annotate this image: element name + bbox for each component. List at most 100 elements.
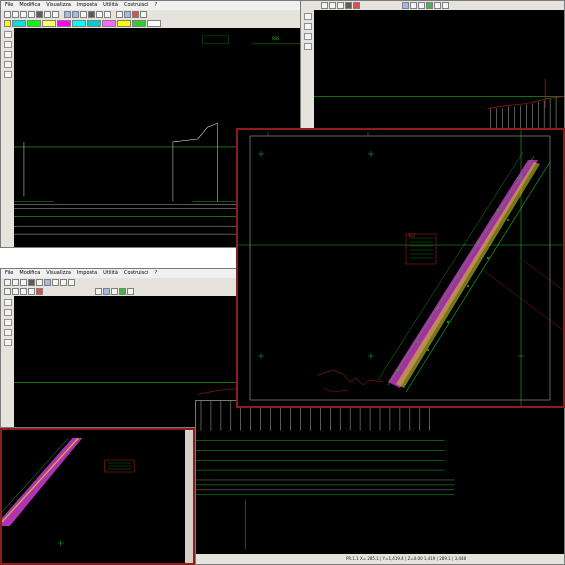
mid-arc-icon[interactable] [3, 319, 12, 326]
binoculars-icon[interactable] [88, 11, 95, 18]
tool-arc-icon[interactable] [3, 51, 12, 58]
properties-icon[interactable] [116, 11, 123, 18]
layer-green2-icon[interactable] [132, 20, 146, 27]
mid-layers-icon[interactable] [68, 279, 75, 286]
menu-modifica[interactable]: Modifica [19, 1, 40, 10]
tr-tool-2-icon[interactable] [329, 2, 336, 9]
tr-tool-3-icon[interactable] [337, 2, 344, 9]
mid-copy-icon[interactable] [36, 279, 43, 286]
mid-toolbar [1, 278, 244, 287]
tr-tool-1-icon[interactable] [321, 2, 328, 9]
mid-menu-utilita[interactable]: Utilità [103, 269, 118, 278]
mid-menu-imposta[interactable]: Imposta [77, 269, 97, 278]
mid-save-icon[interactable] [20, 279, 27, 286]
plan-canvas-bottom-left[interactable] [2, 430, 185, 563]
color-icon[interactable] [132, 11, 139, 18]
new-file-icon[interactable] [4, 11, 11, 18]
mid-menu-file[interactable]: File [5, 269, 13, 278]
settings-icon[interactable] [140, 11, 147, 18]
open-file-icon[interactable] [12, 11, 19, 18]
cut-icon[interactable] [36, 11, 43, 18]
mid-toolbox [1, 296, 14, 427]
layer-aqua-icon[interactable] [72, 20, 86, 27]
print-icon[interactable] [28, 11, 35, 18]
tr-zoom-icon[interactable] [402, 2, 409, 9]
tr-tool-4-icon[interactable] [345, 2, 352, 9]
tool-text-icon[interactable] [3, 61, 12, 68]
mid-measure-icon[interactable] [3, 339, 12, 346]
layer-green-icon[interactable] [27, 20, 41, 27]
layer-white-icon[interactable] [147, 20, 161, 27]
tr-view-icon[interactable] [442, 2, 449, 9]
tr-arc-icon[interactable] [303, 33, 312, 40]
status-bar: PR.1.1 X= 285.1 | Y=1,419.4 | Z=0.00 1,4… [196, 554, 564, 564]
layer-cyan-icon[interactable] [12, 20, 26, 27]
grid-icon[interactable] [96, 11, 103, 18]
mid-t2-2-icon[interactable] [12, 288, 19, 295]
menu-costruzione[interactable]: Costruisci [124, 1, 148, 10]
menu-imposta[interactable]: Imposta [77, 1, 97, 10]
left-toolbox [1, 28, 14, 247]
mid-t2-9-icon[interactable] [119, 288, 126, 295]
tr-select-icon[interactable] [303, 13, 312, 20]
layer-lightyellow-icon[interactable] [42, 20, 56, 27]
mid-t2-1-icon[interactable] [4, 288, 11, 295]
layer-pink-icon[interactable] [102, 20, 116, 27]
mid-menu-modifica[interactable]: Modifica [19, 269, 40, 278]
menu-help[interactable]: ? [154, 1, 157, 10]
mid-text-icon[interactable] [3, 329, 12, 336]
zoom-out-icon[interactable] [72, 11, 79, 18]
view-icon[interactable] [124, 11, 131, 18]
tr-props-icon[interactable] [434, 2, 441, 9]
mid-t2-5-icon[interactable] [36, 288, 43, 295]
menu-utilita[interactable]: Utilità [103, 1, 118, 10]
tool-select-icon[interactable] [3, 31, 12, 38]
copy-icon[interactable] [44, 11, 51, 18]
layers-icon[interactable] [104, 11, 111, 18]
menu-file[interactable]: File [5, 1, 13, 10]
tr-toolbox [301, 10, 314, 134]
profile-canvas-top-right[interactable] [314, 10, 564, 134]
mid-t2-3-icon[interactable] [20, 288, 27, 295]
layer-teal-icon[interactable] [87, 20, 101, 27]
layer-yellow2-icon[interactable] [117, 20, 131, 27]
tr-text-icon[interactable] [303, 43, 312, 50]
zoom-in-icon[interactable] [64, 11, 71, 18]
mid-pan-icon[interactable] [52, 279, 59, 286]
mid-toolbar-2 [1, 287, 244, 296]
tr-line-icon[interactable] [303, 23, 312, 30]
save-icon[interactable] [20, 11, 27, 18]
plan-scrollbar[interactable] [185, 430, 193, 563]
layer-yellow-icon[interactable] [4, 20, 11, 27]
plan-canvas-center[interactable]: SEZ [238, 130, 563, 406]
profile-canvas-bottom[interactable] [196, 401, 564, 554]
mid-t2-10-icon[interactable] [127, 288, 134, 295]
layer-magenta-icon[interactable] [57, 20, 71, 27]
mid-menu-costruzione[interactable]: Costruisci [124, 269, 148, 278]
mid-line-icon[interactable] [3, 309, 12, 316]
mid-menu-help[interactable]: ? [154, 269, 157, 278]
pan-icon[interactable] [80, 11, 87, 18]
paste-icon[interactable] [52, 11, 59, 18]
mid-t2-4-icon[interactable] [28, 288, 35, 295]
tool-line-icon[interactable] [3, 41, 12, 48]
menu-visualizza[interactable]: Visualizza [46, 1, 71, 10]
tr-tool-5-icon[interactable] [353, 2, 360, 9]
mid-zoom-icon[interactable] [44, 279, 51, 286]
mid-open-icon[interactable] [12, 279, 19, 286]
mid-t2-6-icon[interactable] [95, 288, 102, 295]
rhs-label: RHS [272, 36, 280, 41]
mid-cut-icon[interactable] [28, 279, 35, 286]
tr-layer-icon[interactable] [426, 2, 433, 9]
menu-bar: File Modifica Visualizza Imposta Utilità… [1, 1, 304, 10]
tr-toolbar [301, 1, 564, 10]
mid-menu-visualizza[interactable]: Visualizza [46, 269, 71, 278]
mid-t2-8-icon[interactable] [111, 288, 118, 295]
mid-new-icon[interactable] [4, 279, 11, 286]
mid-select-icon[interactable] [3, 299, 12, 306]
tool-measure-icon[interactable] [3, 71, 12, 78]
tr-grid-icon[interactable] [418, 2, 425, 9]
tr-pan-icon[interactable] [410, 2, 417, 9]
mid-t2-7-icon[interactable] [103, 288, 110, 295]
mid-grid-icon[interactable] [60, 279, 67, 286]
